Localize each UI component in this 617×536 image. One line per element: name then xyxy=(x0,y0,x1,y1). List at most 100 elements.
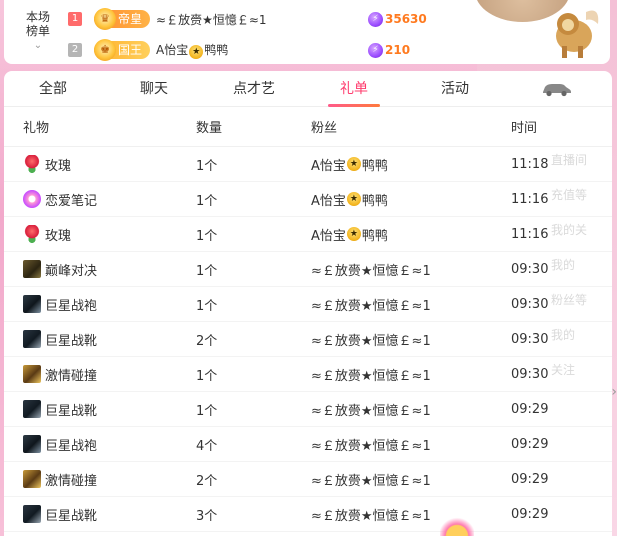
passion-clash-icon xyxy=(23,365,41,383)
col-time-header: 时间 xyxy=(511,121,538,136)
fan-name: ≈￡放赍★恒憶￡≈1 xyxy=(311,508,431,524)
badge-label: 帝皇 xyxy=(118,12,143,26)
qty-cell: 2个 xyxy=(196,333,218,349)
rank-number: 1 xyxy=(68,12,82,26)
badge-label: 国王 xyxy=(118,43,143,57)
crown-decoration-icon xyxy=(440,516,474,536)
fan-name: ≈￡放赍★恒憶￡≈1 xyxy=(311,298,431,314)
fan-name: ≈￡放赍★恒憶￡≈1 xyxy=(311,403,431,419)
fan-cell[interactable]: ≈￡放赍★恒憶￡≈1 xyxy=(291,400,491,419)
qty-cell: 4个 xyxy=(196,438,218,454)
gift-table: 礼物 数量 粉丝 时间 玫瑰 1个 A怡宝 ★ 鸭鸭 11:18 恋爱笔记 1个 A… xyxy=(4,107,612,532)
gift-cell: 玫瑰 xyxy=(4,225,176,244)
crown-icon: ♛ xyxy=(94,8,116,30)
table-row: 巨星战靴 3个 ≈￡放赍★恒憶￡≈1 09:29 xyxy=(4,497,612,532)
gift-cell: 巨星战袍 xyxy=(4,435,176,454)
fan-cell[interactable]: ≈￡放赍★恒憶￡≈1 xyxy=(291,365,491,384)
gift-name: 激情碰撞 xyxy=(45,473,98,489)
gift-name: 巨星战靴 xyxy=(45,508,98,524)
time-cell: 09:29 xyxy=(511,401,549,417)
fan-medal-icon: ★ xyxy=(346,192,361,206)
star-boots-icon xyxy=(23,400,41,418)
gift-name: 激情碰撞 xyxy=(45,368,98,384)
gift-name: 巨星战靴 xyxy=(45,333,98,349)
fan-cell[interactable]: A怡宝 ★ 鸭鸭 xyxy=(291,155,491,174)
qty-cell: 1个 xyxy=(196,193,218,209)
lion-mascot-icon xyxy=(556,10,599,58)
qty-cell: 1个 xyxy=(196,403,218,419)
king-badge: ♚ 国王 xyxy=(94,39,151,61)
ranking-toggle[interactable]: 本场 榜单 ⌄ xyxy=(18,10,58,53)
table-row: 恋爱笔记 1个 A怡宝 ★ 鸭鸭 11:16 xyxy=(4,182,612,217)
fan-name: ≈￡放赍★恒憶￡≈1 xyxy=(311,473,431,489)
ranking-user-name: A怡宝 ★ 鸭鸭 xyxy=(156,41,228,59)
car-icon[interactable] xyxy=(540,81,572,97)
peak-duel-icon xyxy=(23,260,41,278)
table-row: 巅峰对决 1个 ≈￡放赍★恒憶￡≈1 09:30 xyxy=(4,252,612,287)
fan-name: ≈￡放赍★恒憶￡≈1 xyxy=(311,263,431,279)
fan-cell[interactable]: ≈￡放赍★恒憶￡≈1 xyxy=(291,295,491,314)
fan-cell[interactable]: A怡宝 ★ 鸭鸭 xyxy=(291,225,491,244)
fan-cell[interactable]: A怡宝 ★ 鸭鸭 xyxy=(291,190,491,209)
lightning-coin-icon: ⚡ xyxy=(368,42,383,58)
fan-cell[interactable]: ≈￡放赍★恒憶￡≈1 xyxy=(291,435,491,454)
chevron-right-icon[interactable]: › xyxy=(611,384,617,400)
table-row: 巨星战靴 2个 ≈￡放赍★恒憶￡≈1 09:30 xyxy=(4,322,612,357)
ranking-row[interactable]: 2 ♚ 国王 A怡宝 ★ 鸭鸭 ⚡ 210 xyxy=(68,39,498,61)
fan-name: ≈￡放赍★恒憶￡≈1 xyxy=(311,368,431,384)
rose-icon xyxy=(23,155,41,173)
time-cell: 09:30 xyxy=(511,366,549,382)
gift-name: 玫瑰 xyxy=(45,158,72,174)
tab-activity[interactable]: 活动 xyxy=(420,71,490,107)
gift-cell: 巨星战靴 xyxy=(4,505,176,524)
gift-cell: 巅峰对决 xyxy=(4,260,176,279)
table-row: 激情碰撞 1个 ≈￡放赍★恒憶￡≈1 09:30 xyxy=(4,357,612,392)
tab-talent[interactable]: 点才艺 xyxy=(219,71,289,107)
fan-cell[interactable]: ≈￡放赍★恒憶￡≈1 xyxy=(291,260,491,279)
fan-name-part: 鸭鸭 xyxy=(361,158,388,174)
col-gift-header: 礼物 xyxy=(23,121,50,136)
fan-name-part: A怡宝 xyxy=(311,193,346,209)
gift-cell: 激情碰撞 xyxy=(4,470,176,489)
side-menu-item: 充值等 xyxy=(551,188,588,202)
side-menu-item: 直播间 xyxy=(551,153,588,167)
side-menu-item: 我的 xyxy=(551,258,576,272)
fan-medal-icon: ★ xyxy=(346,157,361,171)
ranking-user-name: ≈￡放赍★恒憶￡≈1 xyxy=(156,12,267,27)
table-row: 巨星战靴 1个 ≈￡放赍★恒憶￡≈1 09:29 xyxy=(4,392,612,427)
col-qty-header: 数量 xyxy=(196,121,223,136)
star-boots-icon xyxy=(23,505,41,523)
coin-value: 210 xyxy=(385,43,411,57)
qty-cell: 1个 xyxy=(196,228,218,244)
time-cell: 09:30 xyxy=(511,331,549,347)
fan-name-part: A怡宝 xyxy=(311,158,346,174)
qty-cell: 1个 xyxy=(196,263,218,279)
gift-cell: 巨星战靴 xyxy=(4,400,176,419)
fan-cell[interactable]: ≈￡放赍★恒憶￡≈1 xyxy=(291,330,491,349)
fan-name: ≈￡放赍★恒憶￡≈1 xyxy=(311,438,431,454)
tab-gift-list[interactable]: 礼单 xyxy=(319,71,389,107)
table-header: 礼物 数量 粉丝 时间 xyxy=(4,107,612,147)
table-row: 玫瑰 1个 A怡宝 ★ 鸭鸭 11:16 xyxy=(4,217,612,252)
fan-cell[interactable]: ≈￡放赍★恒憶￡≈1 xyxy=(291,470,491,489)
gift-cell: 激情碰撞 xyxy=(4,365,176,384)
tab-chat[interactable]: 聊天 xyxy=(119,71,189,107)
gift-cell: 恋爱笔记 xyxy=(4,190,176,209)
side-menu-item: 我的 xyxy=(551,328,576,342)
gift-name: 巅峰对决 xyxy=(45,263,98,279)
fan-name-part: A怡宝 xyxy=(311,228,346,244)
star-robe-icon xyxy=(23,435,41,453)
ranking-row[interactable]: 1 ♛ 帝皇 ≈￡放赍★恒憶￡≈1 ⚡ 35630 xyxy=(68,8,498,30)
fan-medal-icon: ★ xyxy=(189,45,204,59)
tab-all[interactable]: 全部 xyxy=(18,71,88,107)
gift-cell: 玫瑰 xyxy=(4,155,176,174)
table-row: 玫瑰 1个 A怡宝 ★ 鸭鸭 11:18 xyxy=(4,147,612,182)
fan-name-part: 鸭鸭 xyxy=(361,193,388,209)
name-part: 鸭鸭 xyxy=(204,43,229,57)
crown-icon: ♚ xyxy=(94,39,116,61)
lightning-coin-icon: ⚡ xyxy=(368,11,383,27)
chevron-down-icon: ⌄ xyxy=(33,40,43,51)
coin-value: 35630 xyxy=(385,12,427,26)
qty-cell: 1个 xyxy=(196,298,218,314)
gift-name: 巨星战靴 xyxy=(45,403,98,419)
